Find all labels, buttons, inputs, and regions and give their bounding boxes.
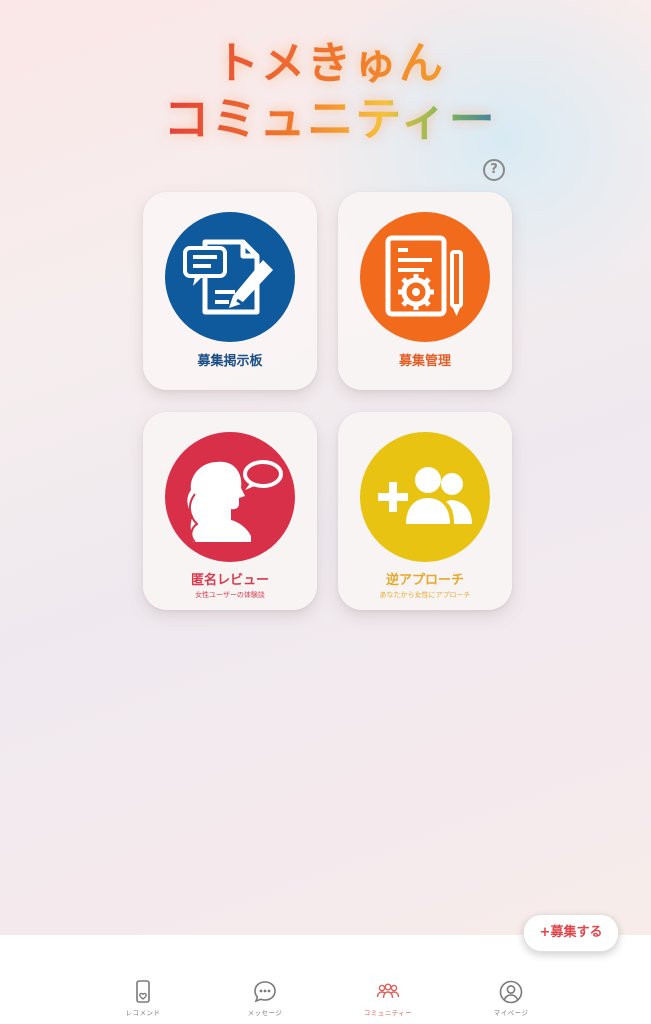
menu-card-approach[interactable]: 逆アプローチ あなたから女性にアプローチ <box>338 412 512 610</box>
tab-label: マイページ <box>493 1009 529 1017</box>
tab-community[interactable]: コミュニティー <box>338 979 438 1017</box>
menu-card-title: 匿名レビュー <box>190 573 269 588</box>
user-circle-icon <box>499 980 523 1004</box>
logo-line2: コミュニティー <box>150 92 510 146</box>
logo-line1: トメきゅん <box>150 38 510 90</box>
phone-heart-icon <box>136 980 150 1003</box>
tab-mypage[interactable]: マイページ <box>461 979 561 1017</box>
menu-card-subtitle: 女性ユーザーの体験談 <box>195 591 265 599</box>
menu-card-title: 逆アプローチ <box>385 573 464 588</box>
menu-card-review[interactable]: 匿名レビュー 女性ユーザーの体験談 <box>143 412 317 610</box>
menu-card-title: 募集掲示板 <box>197 354 263 369</box>
document-gear-icon <box>360 212 490 342</box>
app-logo: トメきゅん コミュニティー <box>150 38 510 158</box>
menu-card-manage[interactable]: 募集管理 <box>338 192 512 390</box>
tab-label: コミュニティー <box>363 1009 413 1017</box>
menu-card-title: 募集管理 <box>398 354 451 369</box>
tab-label: メッセージ <box>247 1009 283 1017</box>
woman-speech-icon <box>165 432 295 562</box>
menu-card-subtitle: あなたから女性にアプローチ <box>379 591 471 599</box>
tab-label: レコメンド <box>125 1009 161 1017</box>
tab-recommend[interactable]: レコメンド <box>93 979 193 1017</box>
community-screen: トメきゅん コミュニティー ? 募集掲示板 募集管理 匿名レビュー 女性ユーザー… <box>0 0 651 935</box>
document-pen-icon <box>165 212 295 342</box>
chat-bubble-icon <box>254 981 276 1003</box>
menu-card-board[interactable]: 募集掲示板 <box>143 192 317 390</box>
community-icon <box>376 983 400 999</box>
create-recruit-button[interactable]: +募集する <box>523 914 619 952</box>
tab-message[interactable]: メッセージ <box>215 979 315 1017</box>
help-icon[interactable]: ? <box>483 159 505 181</box>
add-users-icon <box>360 432 490 562</box>
